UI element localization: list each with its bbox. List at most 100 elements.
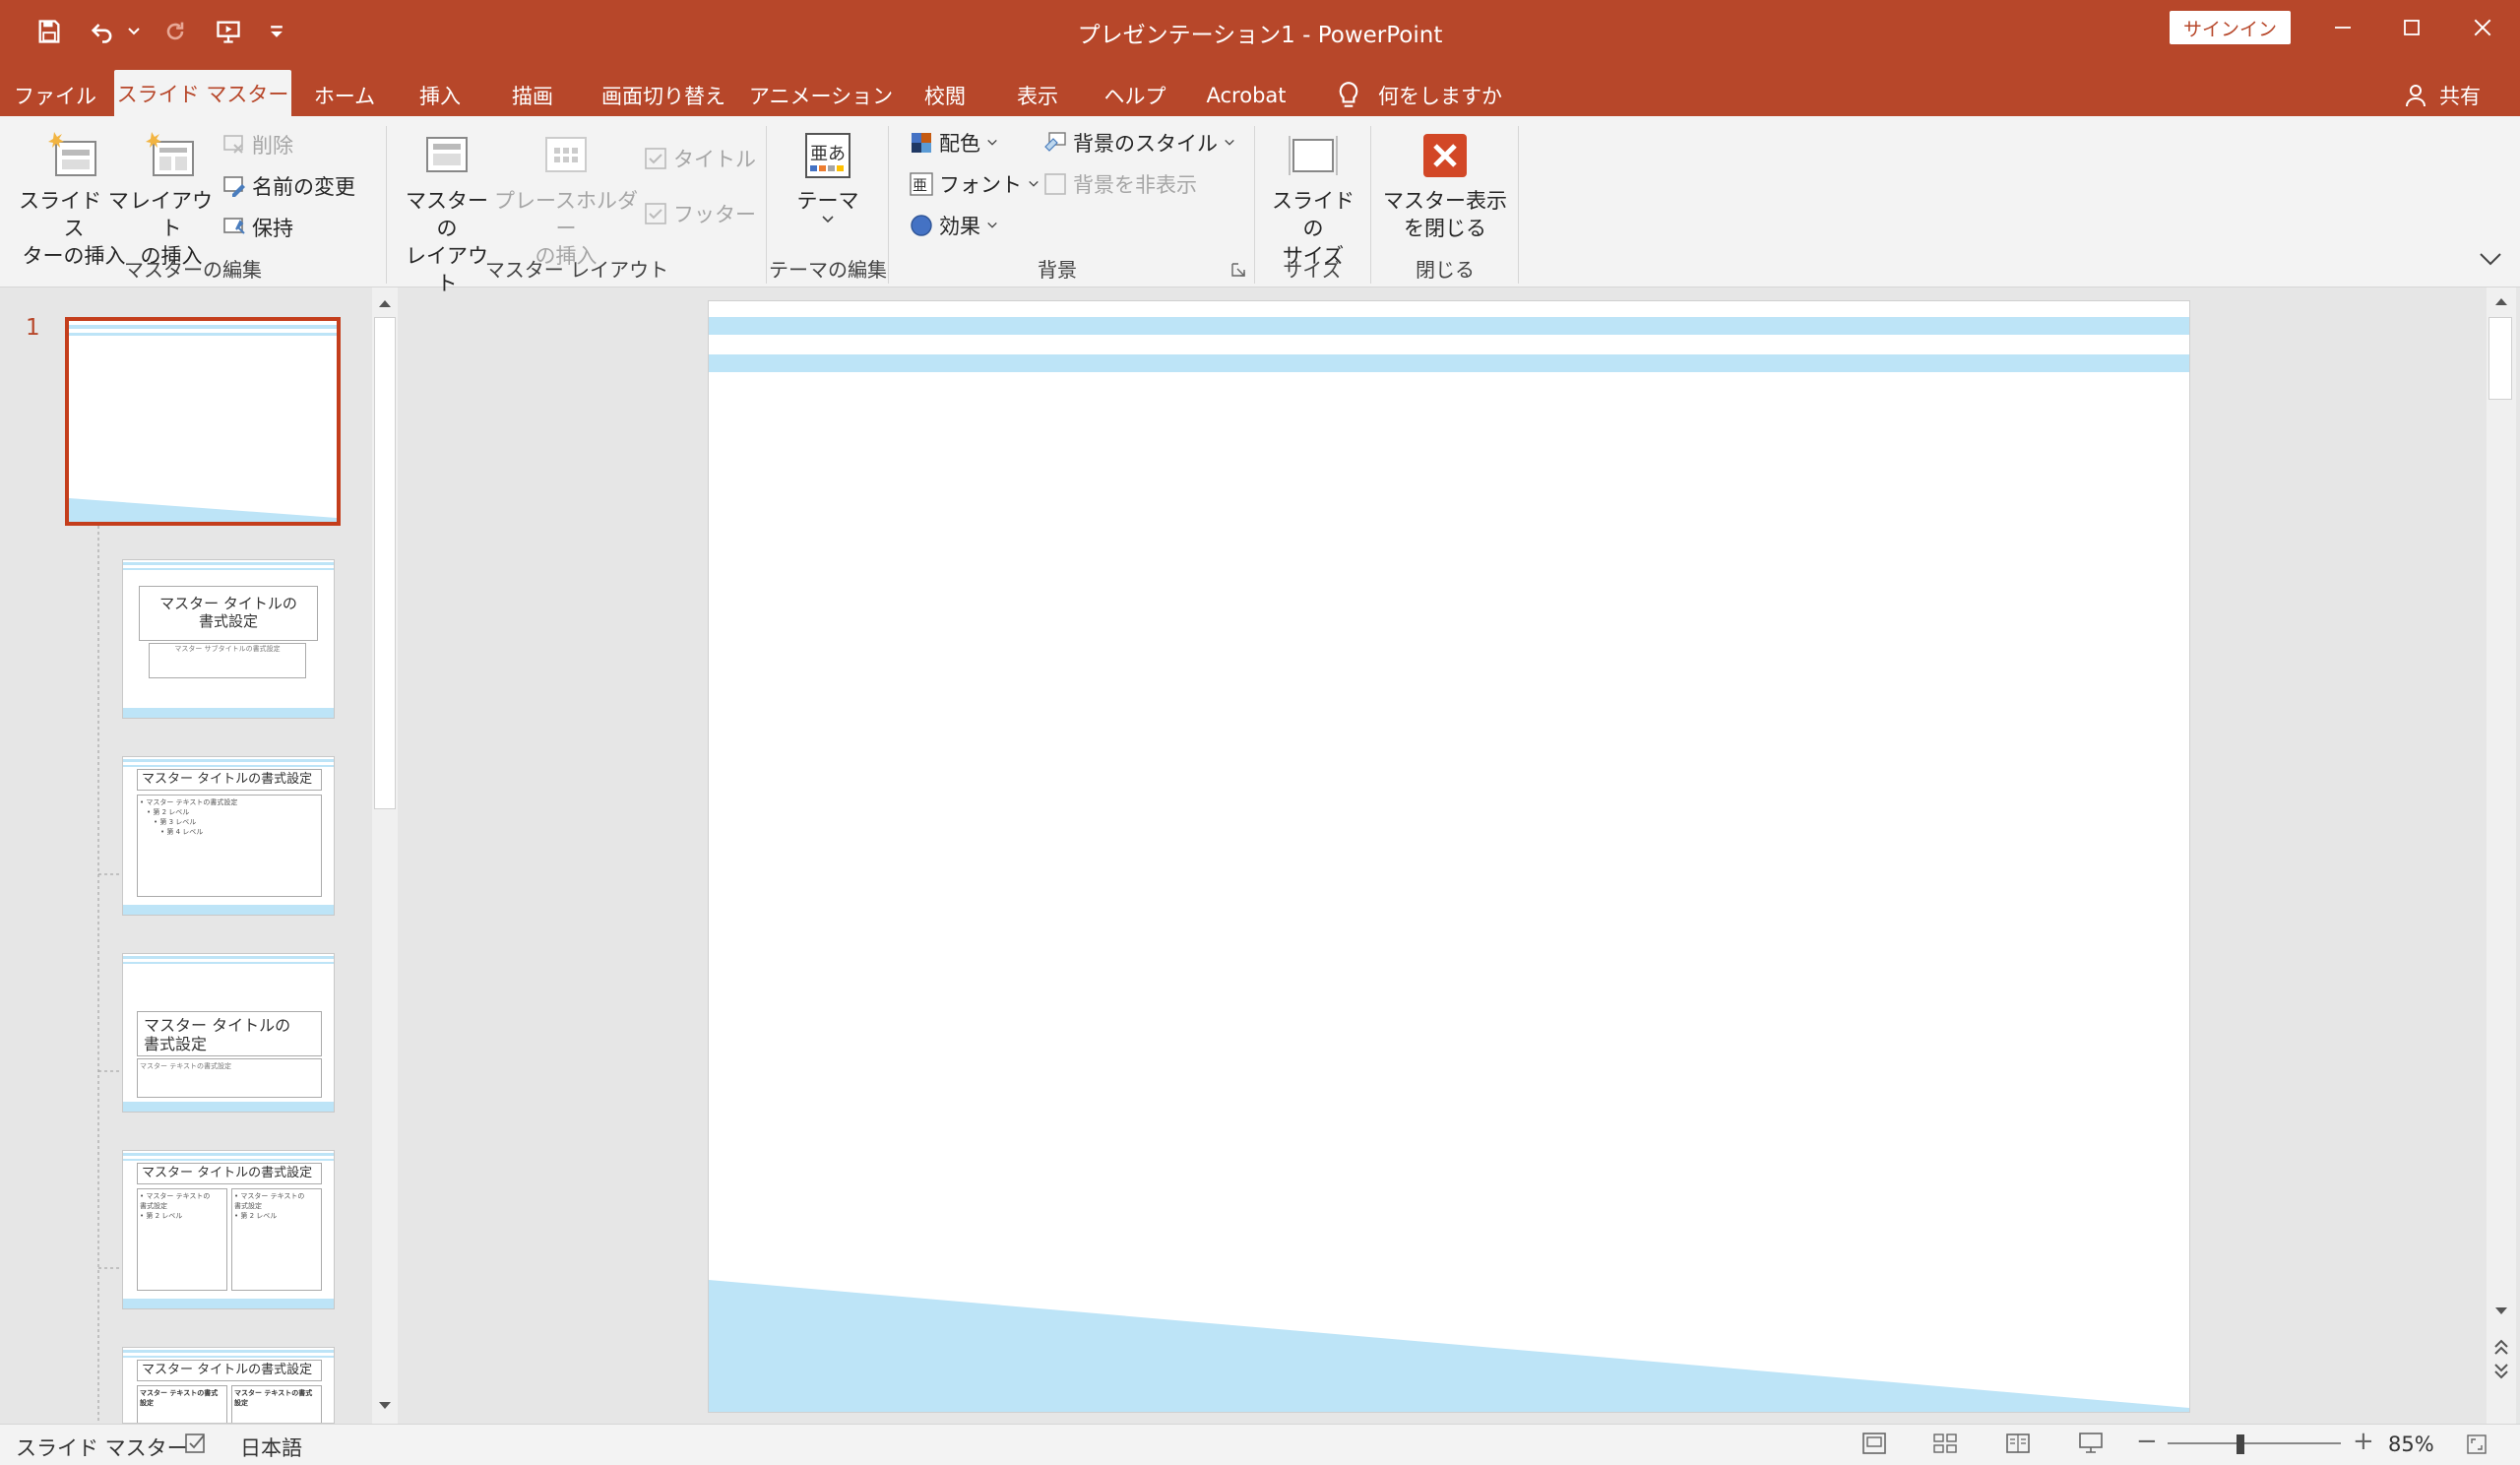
slide-size-icon bbox=[1289, 136, 1338, 175]
preserve-button[interactable]: 保持 bbox=[222, 213, 293, 242]
close-icon[interactable] bbox=[2453, 8, 2512, 47]
checkbox-checked-icon bbox=[645, 148, 666, 169]
close-master-view-button[interactable]: マスター表示 を閉じる bbox=[1378, 128, 1512, 242]
insert-placeholder-button[interactable]: プレースホルダー の挿入 bbox=[492, 128, 640, 270]
layout-title-placeholder: マスター タイトルの 書式設定 bbox=[137, 1011, 322, 1056]
group-label-close: 閉じる bbox=[1416, 258, 1475, 282]
background-styles-icon bbox=[1044, 132, 1066, 152]
tab-insert[interactable]: 挿入 bbox=[402, 75, 478, 116]
layout-thumbnail-comparison[interactable]: マスター タイトルの書式設定 マスター テキストの書式設定 マスター テキストの… bbox=[122, 1347, 335, 1424]
tab-home[interactable]: ホーム bbox=[305, 75, 384, 116]
fonts-icon: 亜 bbox=[910, 172, 933, 196]
slide-size-button[interactable]: スライドの サイズ bbox=[1264, 128, 1362, 270]
footer-checkbox[interactable]: フッター bbox=[644, 199, 756, 228]
dialog-launcher-icon[interactable] bbox=[1230, 262, 1246, 278]
tab-acrobat[interactable]: Acrobat bbox=[1191, 75, 1301, 116]
zoom-slider-thumb[interactable] bbox=[2236, 1434, 2244, 1454]
group-separator bbox=[386, 126, 387, 284]
share-button[interactable]: 共有 bbox=[2435, 75, 2485, 116]
footer-band bbox=[123, 708, 334, 718]
band bbox=[123, 562, 334, 565]
layout-thumbnail-title-slide[interactable]: マスター タイトルの 書式設定 マスター サブタイトルの書式設定 bbox=[122, 559, 335, 719]
slide-scrollbar[interactable] bbox=[2487, 287, 2516, 1424]
layout-title-placeholder: マスター タイトルの書式設定 bbox=[137, 769, 322, 791]
status-bar: スライド マスター 日本語 − + 85% bbox=[0, 1424, 2520, 1465]
ribbon: スライド マス ターの挿入 レイアウト の挿入 削除 名前の変更 保持 マスター… bbox=[0, 116, 2520, 295]
layout-thumbnail-two-content[interactable]: マスター タイトルの書式設定 • マスター テキストの 書式設定 • 第 2 レ… bbox=[122, 1150, 335, 1309]
share-person-icon[interactable] bbox=[2398, 75, 2433, 116]
footer-band bbox=[123, 1102, 334, 1112]
rename-label: 名前の変更 bbox=[252, 175, 355, 199]
colors-button[interactable]: 配色 bbox=[910, 128, 998, 158]
insert-layout-button[interactable]: レイアウト の挿入 bbox=[126, 128, 217, 270]
hide-background-checkbox[interactable]: 背景を非表示 bbox=[1043, 169, 1197, 199]
scroll-up-icon[interactable] bbox=[372, 293, 398, 313]
slide-show-icon[interactable] bbox=[2077, 1431, 2105, 1461]
close-master-icon bbox=[1423, 134, 1467, 177]
group-separator bbox=[1518, 126, 1519, 284]
ribbon-tab-bar: ファイル スライド マスター ホーム 挿入 描画 画面切り替え アニメーション … bbox=[0, 63, 2520, 116]
scroll-down-icon[interactable] bbox=[372, 1396, 398, 1416]
tab-draw[interactable]: 描画 bbox=[494, 75, 571, 116]
fit-to-window-icon[interactable] bbox=[2465, 1433, 2488, 1461]
scrollbar-thumb[interactable] bbox=[374, 317, 396, 809]
delete-button[interactable]: 削除 bbox=[222, 130, 293, 159]
fonts-button[interactable]: 亜 フォント bbox=[910, 169, 1040, 199]
title-checkbox-label: タイトル bbox=[673, 148, 756, 171]
scrollbar-thumb[interactable] bbox=[2488, 317, 2512, 400]
title-checkbox[interactable]: タイトル bbox=[644, 144, 756, 173]
signin-button[interactable]: サインイン bbox=[2170, 11, 2291, 44]
footer-band bbox=[123, 905, 334, 915]
background-styles-label: 背景のスタイル bbox=[1073, 132, 1218, 156]
maximize-icon[interactable] bbox=[2382, 8, 2441, 47]
insert-layout-icon bbox=[146, 132, 194, 176]
tab-slide-master[interactable]: スライド マスター bbox=[114, 70, 291, 116]
pin-icon bbox=[223, 218, 245, 234]
accessibility-icon[interactable] bbox=[183, 1431, 209, 1461]
previous-slide-icon[interactable] bbox=[2487, 1335, 2516, 1357]
layout-title-placeholder: マスター タイトルの 書式設定 bbox=[139, 586, 318, 641]
zoom-slider[interactable] bbox=[2168, 1442, 2341, 1444]
minimize-icon[interactable] bbox=[2313, 8, 2372, 47]
rename-button[interactable]: 名前の変更 bbox=[222, 171, 355, 201]
tab-review[interactable]: 校閲 bbox=[904, 75, 986, 116]
tab-transitions[interactable]: 画面切り替え bbox=[589, 75, 738, 116]
tab-animations[interactable]: アニメーション bbox=[749, 75, 893, 116]
layout-left-heading: マスター テキストの書式設定 bbox=[137, 1385, 227, 1423]
layout-body-placeholder: • マスター テキストの書式設定 • 第 2 レベル • 第 3 レベル • 第… bbox=[137, 795, 322, 897]
tab-view[interactable]: 表示 bbox=[996, 75, 1079, 116]
language-label[interactable]: 日本語 bbox=[240, 1433, 302, 1462]
delete-icon bbox=[223, 135, 243, 154]
zoom-in-icon[interactable]: + bbox=[2353, 1427, 2374, 1456]
slide-master-canvas[interactable] bbox=[709, 301, 2189, 1412]
collapse-ribbon-icon[interactable] bbox=[2477, 248, 2504, 268]
effects-button[interactable]: 効果 bbox=[910, 211, 998, 240]
themes-icon: 亜あ bbox=[805, 133, 850, 178]
layout-thumbnail-title-content[interactable]: マスター タイトルの書式設定 • マスター テキストの書式設定 • 第 2 レベ… bbox=[122, 756, 335, 916]
themes-button[interactable]: 亜あ テーマ bbox=[784, 128, 872, 224]
tell-me-search[interactable]: 何をしますか bbox=[1376, 75, 1504, 116]
zoom-out-icon[interactable]: − bbox=[2136, 1427, 2158, 1456]
slide-sorter-icon[interactable] bbox=[1931, 1431, 1959, 1461]
next-slide-icon[interactable] bbox=[2487, 1361, 2516, 1382]
scroll-up-icon[interactable] bbox=[2487, 291, 2516, 311]
svg-text:亜あ: 亜あ bbox=[810, 144, 846, 164]
background-styles-button[interactable]: 背景のスタイル bbox=[1043, 128, 1235, 158]
colors-label: 配色 bbox=[939, 132, 980, 156]
reading-view-icon[interactable] bbox=[2004, 1431, 2032, 1461]
lightbulb-icon[interactable] bbox=[1329, 75, 1368, 116]
thumbnail-scrollbar[interactable] bbox=[372, 287, 398, 1424]
tab-file[interactable]: ファイル bbox=[10, 75, 100, 116]
window-title: プレゼンテーション1 - PowerPoint bbox=[1077, 23, 1443, 48]
group-separator bbox=[888, 126, 889, 284]
layout-thumbnail-section-header[interactable]: マスター タイトルの 書式設定 マスター テキストの書式設定 bbox=[122, 953, 335, 1113]
slide-master-thumbnail[interactable] bbox=[65, 317, 341, 526]
scroll-down-icon[interactable] bbox=[2487, 1302, 2516, 1321]
master-layout-icon bbox=[426, 137, 468, 172]
insert-slide-master-button[interactable]: スライド マス ターの挿入 bbox=[14, 128, 134, 270]
layout-body-placeholder: マスター テキストの書式設定 bbox=[137, 1058, 322, 1098]
normal-view-icon[interactable] bbox=[1860, 1431, 1888, 1461]
zoom-level[interactable]: 85% bbox=[2388, 1433, 2434, 1456]
tab-help[interactable]: ヘルプ bbox=[1093, 75, 1177, 116]
chevron-down-icon bbox=[987, 139, 997, 146]
